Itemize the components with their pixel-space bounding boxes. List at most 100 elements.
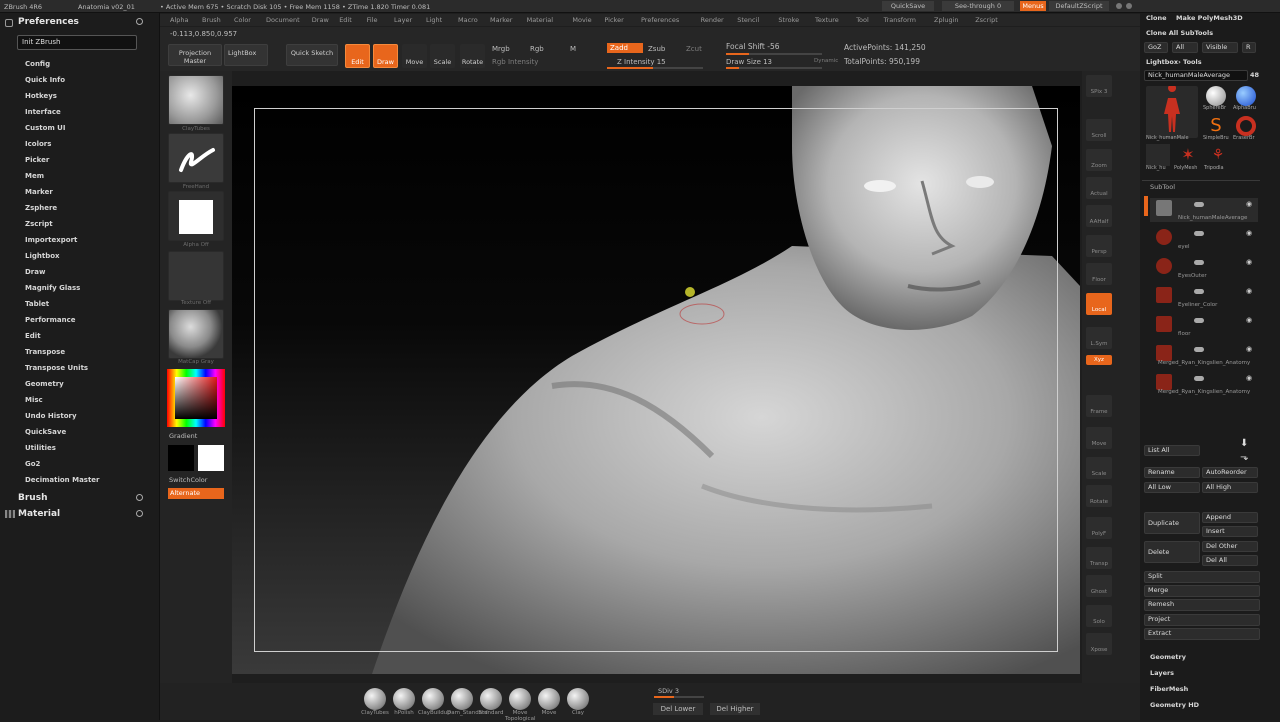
subtool-row[interactable]: Merged_Ryan_Kingslien_Anatomy ◉ xyxy=(1150,343,1258,367)
switch-color-button[interactable]: SwitchColor xyxy=(169,476,207,484)
pref-item-performance[interactable]: Performance xyxy=(25,316,76,324)
make-polymesh-button[interactable]: Make PolyMesh3D xyxy=(1176,14,1243,22)
menu-brush[interactable]: Brush xyxy=(202,16,221,24)
tray-button-aahalf[interactable]: AAHalf xyxy=(1086,205,1112,227)
menu-alpha[interactable]: Alpha xyxy=(170,16,188,24)
tray-button-persp[interactable]: Persp xyxy=(1086,235,1112,257)
focal-shift-track[interactable] xyxy=(726,53,822,55)
tray-button-polyf[interactable]: PolyF xyxy=(1086,517,1112,539)
delete-button[interactable]: Delete xyxy=(1144,541,1200,563)
lightbox-button[interactable]: LightBox xyxy=(224,44,268,66)
color-picker[interactable] xyxy=(167,369,225,427)
brush-shortcut-hpolish-icon[interactable] xyxy=(393,688,415,710)
current-tool-name[interactable]: Nick_humanMaleAverage xyxy=(1144,70,1248,81)
brush-dock-icon[interactable] xyxy=(136,494,143,501)
polypaint-toggle-icon[interactable] xyxy=(1194,289,1204,294)
edit-mode-button[interactable]: Edit xyxy=(345,44,370,68)
polymesh-star-icon[interactable]: ✶ xyxy=(1176,144,1200,166)
arrow-right-icon[interactable]: ⬎ xyxy=(1240,452,1248,463)
menu-tool[interactable]: Tool xyxy=(856,16,869,24)
append-button[interactable]: Append xyxy=(1202,512,1258,523)
m-toggle[interactable]: M xyxy=(570,45,576,53)
mrgb-toggle[interactable]: Mrgb xyxy=(492,45,510,53)
preferences-palette-title[interactable]: Preferences xyxy=(18,17,79,27)
menu-light[interactable]: Light xyxy=(426,16,442,24)
subtool-header[interactable]: SubTool xyxy=(1150,183,1175,191)
duplicate-button[interactable]: Duplicate xyxy=(1144,512,1200,534)
brush-shortcut-clay-icon[interactable] xyxy=(567,688,589,710)
menu-zplugin[interactable]: Zplugin xyxy=(934,16,959,24)
sdiv-slider[interactable]: SDiv 3 xyxy=(658,687,679,695)
pref-item-magnify-glass[interactable]: Magnify Glass xyxy=(25,284,80,292)
menu-preferences[interactable]: Preferences xyxy=(641,16,679,24)
tray-button-frame[interactable]: Frame xyxy=(1086,395,1112,417)
all-high-button[interactable]: All High xyxy=(1202,482,1258,493)
tray-button-spix-3[interactable]: SPix 3 xyxy=(1086,75,1112,97)
quick-sketch-button[interactable]: Quick Sketch xyxy=(286,44,338,66)
tray-button-solo[interactable]: Solo xyxy=(1086,605,1112,627)
tray-button-floor[interactable]: Floor xyxy=(1086,263,1112,285)
brush-palette-title[interactable]: Brush xyxy=(18,493,47,503)
default-zscript-button[interactable]: DefaultZScript xyxy=(1049,1,1109,11)
pref-item-icolors[interactable]: Icolors xyxy=(25,140,51,148)
polypaint-toggle-icon[interactable] xyxy=(1194,376,1204,381)
subtool-scrollbar[interactable] xyxy=(1144,196,1148,216)
projection-master-button[interactable]: Projection Master xyxy=(168,44,222,66)
quicksave-button[interactable]: QuickSave xyxy=(882,1,934,11)
eraser-brush-tool-icon[interactable] xyxy=(1236,116,1256,136)
insert-button[interactable]: Insert xyxy=(1202,526,1258,537)
sphere-brush-tool-icon[interactable] xyxy=(1206,86,1226,106)
split-section[interactable]: Split xyxy=(1144,571,1260,583)
goz-button[interactable]: GoZ xyxy=(1144,42,1168,53)
minimize-icon[interactable] xyxy=(1126,3,1132,9)
menu-zscript[interactable]: Zscript xyxy=(975,16,998,24)
tray-button-local[interactable]: Local xyxy=(1086,293,1112,315)
zcut-toggle[interactable]: Zcut xyxy=(686,45,702,53)
subtool-row[interactable]: Nick_humanMaleAverage ◉ xyxy=(1150,198,1258,222)
menu-file[interactable]: File xyxy=(367,16,378,24)
pref-item-lightbox[interactable]: Lightbox xyxy=(25,252,60,260)
goz-r-button[interactable]: R xyxy=(1242,42,1256,53)
del-higher-button[interactable]: Del Higher xyxy=(710,703,760,715)
del-lower-button[interactable]: Del Lower xyxy=(653,703,703,715)
gradient-toggle[interactable]: Gradient xyxy=(169,432,197,440)
zadd-toggle[interactable]: Zadd xyxy=(607,43,643,53)
del-all-button[interactable]: Del All xyxy=(1202,555,1258,566)
geometry-hd-section[interactable]: Geometry HD xyxy=(1150,701,1199,709)
tray-button-transp[interactable]: Transp xyxy=(1086,547,1112,569)
pref-item-edit[interactable]: Edit xyxy=(25,332,41,340)
menu-stroke[interactable]: Stroke xyxy=(778,16,799,24)
pref-item-decimation-master[interactable]: Decimation Master xyxy=(25,476,100,484)
main-color-swatch[interactable] xyxy=(198,445,224,471)
tray-button-xpose[interactable]: Xpose xyxy=(1086,633,1112,655)
simple-brush-tool-icon[interactable]: S xyxy=(1206,116,1226,136)
rgb-toggle[interactable]: Rgb xyxy=(530,45,544,53)
menus-button[interactable]: Menus xyxy=(1020,1,1046,11)
visibility-eye-icon[interactable]: ◉ xyxy=(1246,374,1252,382)
project-section[interactable]: Project xyxy=(1144,614,1260,626)
brush-shortcut-dam-standard-icon[interactable] xyxy=(451,688,473,710)
menu-draw[interactable]: Draw xyxy=(312,16,329,24)
remesh-section[interactable]: Remesh xyxy=(1144,599,1260,611)
visibility-eye-icon[interactable]: ◉ xyxy=(1246,229,1252,237)
pref-item-quicksave[interactable]: QuickSave xyxy=(25,428,66,436)
draw-size-slider[interactable]: Draw Size 13 xyxy=(726,58,772,66)
visibility-eye-icon[interactable]: ◉ xyxy=(1246,287,1252,295)
polypaint-toggle-icon[interactable] xyxy=(1194,260,1204,265)
rgb-intensity-slider[interactable]: Rgb Intensity xyxy=(492,58,538,66)
pref-item-draw[interactable]: Draw xyxy=(25,268,45,276)
layers-section[interactable]: Layers xyxy=(1150,669,1174,677)
tray-button-scale[interactable]: Scale xyxy=(1086,457,1112,479)
texture-thumbnail[interactable] xyxy=(168,251,224,301)
arrow-down-icon[interactable]: ⬇ xyxy=(1240,438,1248,449)
menu-edit[interactable]: Edit xyxy=(339,16,352,24)
extract-section[interactable]: Extract xyxy=(1144,628,1260,640)
geometry-section[interactable]: Geometry xyxy=(1150,653,1186,661)
color-picker-square[interactable] xyxy=(175,377,217,419)
stroke-thumbnail[interactable] xyxy=(168,133,224,183)
lightbox-tools-button[interactable]: Lightbox› Tools xyxy=(1146,58,1202,66)
pref-item-config[interactable]: Config xyxy=(25,60,50,68)
pref-item-utilities[interactable]: Utilities xyxy=(25,444,56,452)
subtool-row[interactable]: Eyeliner_Color ◉ xyxy=(1150,285,1258,309)
fibermesh-section[interactable]: FiberMesh xyxy=(1150,685,1188,693)
